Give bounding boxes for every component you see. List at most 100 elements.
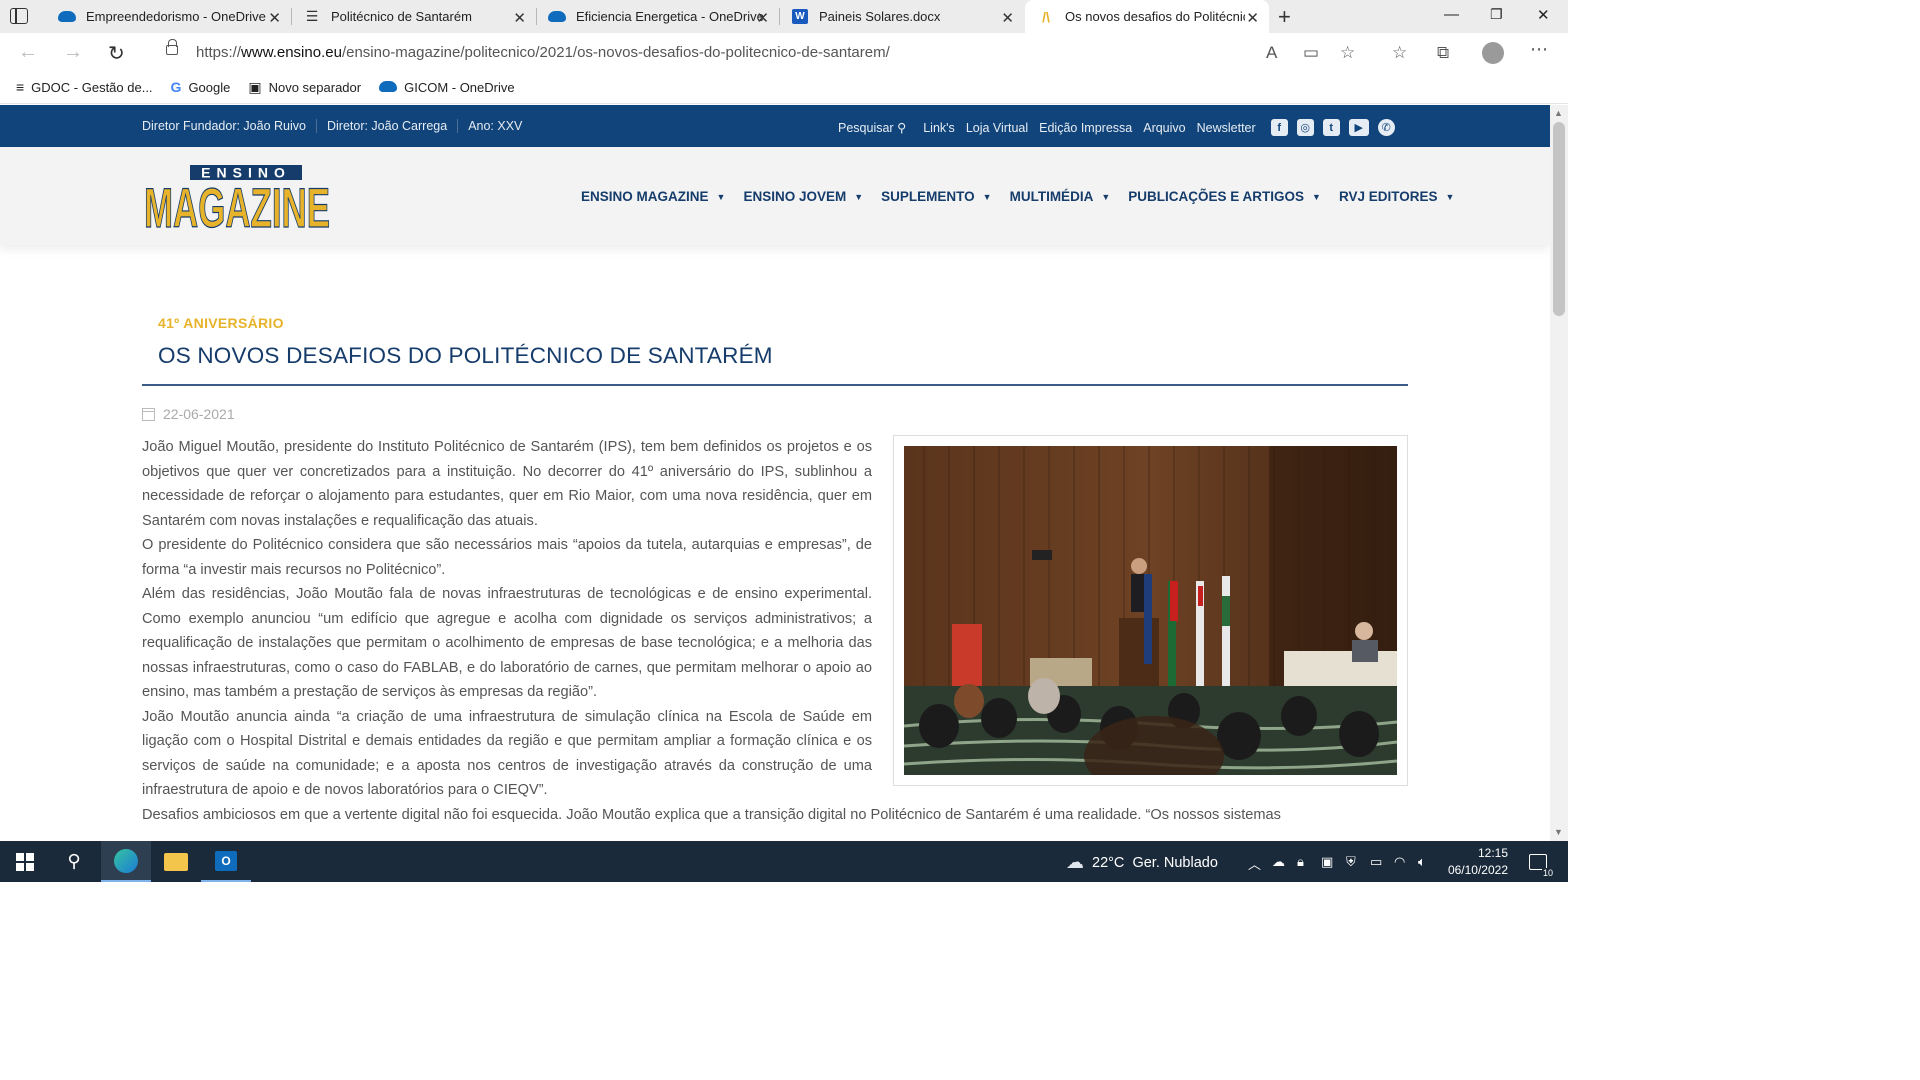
search-icon[interactable]: ⚲ [50,841,98,882]
year-text: Ano: XXV [468,119,523,133]
instagram-icon[interactable]: ◎ [1296,119,1314,136]
immersive-reader-icon[interactable]: ▭ [1303,43,1319,63]
app-tray-icon[interactable]: ▣ [1321,854,1333,870]
article-paragraph: Desafios ambiciosos em que a vertente di… [142,806,1281,823]
minimize-icon[interactable]: — [1444,6,1459,23]
security-tray-icon[interactable]: 🔒︎ [1297,854,1304,870]
tab-empreendedorismo[interactable]: Empreendedorismo - OneDrive ✕ [46,0,292,33]
page-scrollbar[interactable]: ▲ ▼ [1550,105,1568,841]
nav-publicacoes[interactable]: PUBLICAÇÕES E ARTIGOS ▼ [1128,189,1321,204]
profile-avatar[interactable] [1482,42,1504,64]
favorite-gicom[interactable]: GICOM - OneDrive [379,79,515,95]
nav-arquivo[interactable]: Arquivo [1143,121,1185,135]
calendar-icon [142,407,155,421]
weather-widget[interactable]: ☁ 22°C Ger. Nublado [1066,852,1218,873]
close-icon[interactable]: ✕ [1001,9,1014,27]
scroll-up-icon[interactable]: ▲ [1554,108,1563,118]
chevron-down-icon: ▼ [982,191,992,202]
windows-start-icon[interactable] [0,841,50,882]
collections-icon[interactable]: ⧉ [1437,43,1449,63]
tab-os-novos-desafios[interactable]: /\ Os novos desafios do Politécnico ✕ [1025,0,1269,33]
volume-icon[interactable]: 🔈︎ [1418,854,1426,870]
restore-icon[interactable]: ❐ [1490,6,1503,23]
system-clock[interactable]: 12:15 06/10/2022 [1444,845,1508,879]
add-favorite-icon[interactable]: ☆ [1340,43,1355,63]
favorite-gdoc[interactable]: ≡ GDOC - Gestão de... [16,79,153,95]
twitter-icon[interactable]: t [1322,119,1340,136]
web-page: Diretor Fundador: João Ruivo Diretor: Jo… [0,105,1550,841]
article-paragraph: João Miguel Moutão, presidente do Instit… [142,439,872,529]
scrollbar-thumb[interactable] [1553,122,1565,316]
forward-icon[interactable]: → [63,41,83,64]
close-icon[interactable]: ✕ [513,9,526,27]
onedrive-tray-icon[interactable]: ☁ [1272,854,1285,870]
nav-edicao-impressa[interactable]: Edição Impressa [1039,121,1132,135]
close-icon[interactable]: ✕ [1246,9,1259,27]
nav-ensino-jovem[interactable]: ENSINO JOVEM ▼ [743,189,863,204]
article-paragraph: João Moutão anuncia ainda “a criação de … [142,708,872,799]
magazine-icon: /\ [1042,8,1050,25]
facebook-icon[interactable]: f [1270,119,1288,136]
outlook-icon[interactable]: O [201,841,251,882]
nav-links[interactable]: Link's [923,121,955,135]
browser-tab-strip: Empreendedorismo - OneDrive ✕ ☰ Politécn… [0,0,1568,33]
edge-taskbar-icon[interactable] [101,841,151,882]
nav-ensino-magazine[interactable]: ENSINO MAGAZINE ▼ [581,189,725,204]
cloudy-weather-icon: ☁ [1066,852,1084,872]
nav-loja-virtual[interactable]: Loja Virtual [966,121,1028,135]
close-icon[interactable]: ✕ [756,9,769,27]
site-top-strip: Diretor Fundador: João Ruivo Diretor: Jo… [0,105,1550,147]
favorite-novo-separador[interactable]: ▣ Novo separador [248,79,361,96]
chevron-down-icon: ▼ [854,191,864,202]
google-icon: G [170,79,182,95]
search-link[interactable]: Pesquisar ⚲ [838,120,906,135]
newtab-icon: ▣ [248,78,262,95]
refresh-icon[interactable]: ↻ [108,41,125,66]
word-icon: W [791,9,809,25]
wifi-icon[interactable]: ◠ [1394,854,1405,870]
lock-icon [166,39,178,55]
read-aloud-icon[interactable]: A [1266,43,1277,63]
defender-icon[interactable]: ⛨ [1346,854,1356,870]
tab-paineis[interactable]: W Paineis Solares.docx ✕ [779,0,1024,33]
nav-newsletter[interactable]: Newsletter [1197,121,1256,135]
new-tab-icon[interactable]: + [1278,4,1291,30]
gdoc-icon: ≡ [16,79,25,95]
tab-politecnico[interactable]: ☰ Politécnico de Santarém ✕ [291,0,537,33]
article-title: OS NOVOS DESAFIOS DO POLITÉCNICO DE SANT… [158,343,773,368]
onedrive-icon [58,9,76,25]
svg-text:MAGAZINE: MAGAZINE [144,176,330,231]
nav-multimedia[interactable]: MULTIMÉDIA ▼ [1010,189,1111,204]
article-kicker: 41º ANIVERSÁRIO [158,315,284,331]
address-toolbar: ← → ↻ https://www.ensino.eu/ensino-magaz… [0,33,1568,71]
article-paragraph: Além das residências, João Moutão fala d… [142,586,872,700]
main-navigation: ENSINO MAGAZINE ▼ ENSINO JOVEM ▼ SUPLEMENT… [581,189,1472,204]
youtube-icon[interactable]: ▶ [1348,119,1369,136]
director-text: Diretor: João Carrega [326,119,448,133]
chevron-down-icon: ▼ [1312,191,1321,202]
battery-icon[interactable]: ▭ [1370,854,1382,870]
notification-center[interactable]: 10 [1518,841,1558,882]
tab-eficiencia[interactable]: Eficiencia Energetica - OneDrive ✕ [536,0,780,33]
close-icon[interactable]: ✕ [268,9,281,27]
tab-actions-icon[interactable] [10,8,28,24]
onedrive-icon [379,79,398,95]
file-explorer-icon[interactable] [151,841,201,882]
more-icon[interactable]: ⋯ [1530,39,1548,60]
url-bar[interactable]: https://www.ensino.eu/ensino-magazine/po… [148,37,1370,67]
scroll-down-icon[interactable]: ▼ [1554,827,1563,837]
favorites-bar: ≡ GDOC - Gestão de... G Google ▣ Novo se… [0,71,1568,104]
back-icon[interactable]: ← [18,41,38,64]
show-hidden-icons[interactable]: ︿ [1248,854,1261,873]
article-photo[interactable] [904,446,1397,775]
windows-taskbar: ⚲ O ☁ 22°C Ger. Nublado ︿ ☁ 🔒︎ ▣ ⛨ ▭ ◠ 🔈… [0,841,1568,882]
whatsapp-icon[interactable]: ✆ [1377,119,1395,136]
site-header: ENSINO MAGAZINE ENSINO MAGAZINE ▼ ENSINO … [0,147,1550,245]
site-logo[interactable]: ENSINO MAGAZINE [142,163,334,240]
favorite-google[interactable]: G Google [171,79,231,95]
favorites-icon[interactable]: ☆ [1392,43,1407,63]
nav-rvj-editores[interactable]: RVJ EDITORES ▼ [1339,189,1454,204]
nav-suplemento[interactable]: SUPLEMENTO ▼ [881,189,991,204]
window-close-icon[interactable]: ✕ [1537,6,1550,24]
article-figure [893,435,1408,786]
